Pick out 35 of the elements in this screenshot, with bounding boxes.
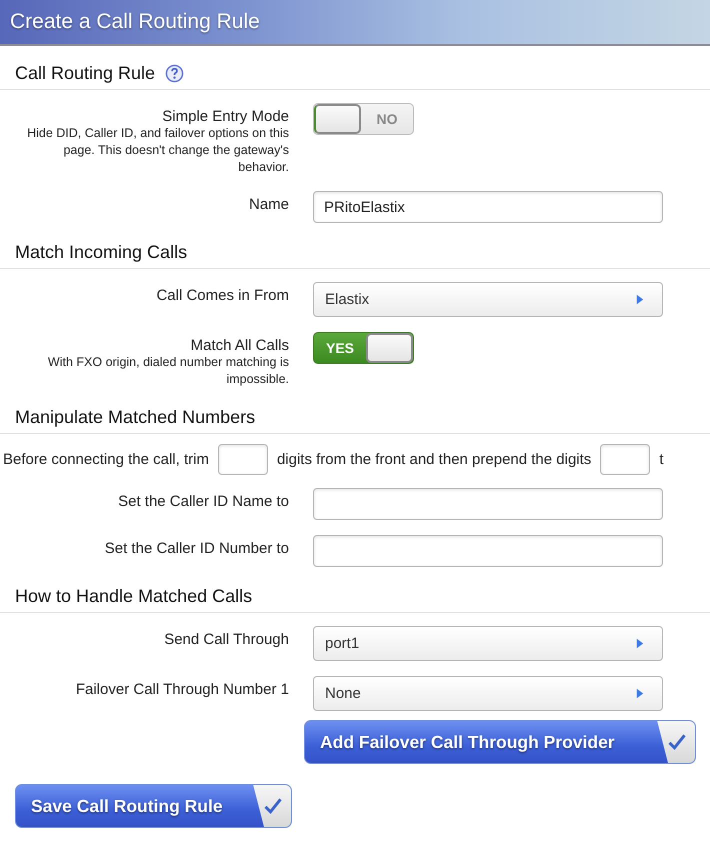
section-heading: Call Routing Rule: [15, 63, 156, 84]
sentence-text: t: [659, 451, 664, 468]
checkmark-icon: [667, 732, 687, 752]
checkmark-icon: [263, 796, 283, 816]
field-label: Set the Caller ID Number to: [104, 539, 289, 557]
field-hint: Hide DID, Caller ID, and failover options on this page. This doesn't change the gateway's behavior.: [26, 125, 289, 176]
triangle-icon: [636, 294, 644, 305]
page-title: Create a Call Routing Rule: [10, 10, 260, 34]
field-label: Set the Caller ID Name to: [118, 492, 289, 510]
field-label: Name: [248, 195, 289, 213]
dropdown[interactable]: port1: [313, 626, 663, 661]
section-heading: How to Handle Matched Calls: [15, 586, 252, 607]
sentence-text: Before connecting the call, trim: [3, 451, 209, 468]
input-field[interactable]: [313, 535, 663, 567]
add-provider-button[interactable]: Add Failover Call Through Provider: [304, 720, 696, 764]
input-field[interactable]: [218, 444, 268, 475]
triangle-icon: [636, 638, 644, 649]
dropdown[interactable]: Elastix: [313, 282, 663, 317]
field-label: Call Comes in From: [156, 286, 289, 304]
field-label: Failover Call Through Number 1: [76, 680, 289, 698]
dropdown[interactable]: None: [313, 676, 663, 711]
input-field[interactable]: [600, 444, 650, 475]
triangle-icon: [636, 688, 644, 699]
input-field[interactable]: PRitoElastix: [313, 191, 663, 223]
sentence-text: digits from the front and then prepend the digits: [276, 451, 592, 468]
field-hint: With FXO origin, dialed number matching is impossible.: [46, 354, 289, 388]
section-heading: Manipulate Matched Numbers: [15, 407, 256, 428]
input-field[interactable]: [313, 488, 663, 520]
field-label: Match All Calls: [190, 336, 289, 354]
help-icon[interactable]: [165, 64, 184, 83]
field-label: Simple Entry Mode: [162, 107, 289, 125]
save-button[interactable]: Save Call Routing Rule: [15, 784, 292, 828]
section-heading: Match Incoming Calls: [15, 242, 188, 263]
field-label: Send Call Through: [164, 630, 289, 648]
toggle-switch[interactable]: YES: [313, 332, 414, 364]
